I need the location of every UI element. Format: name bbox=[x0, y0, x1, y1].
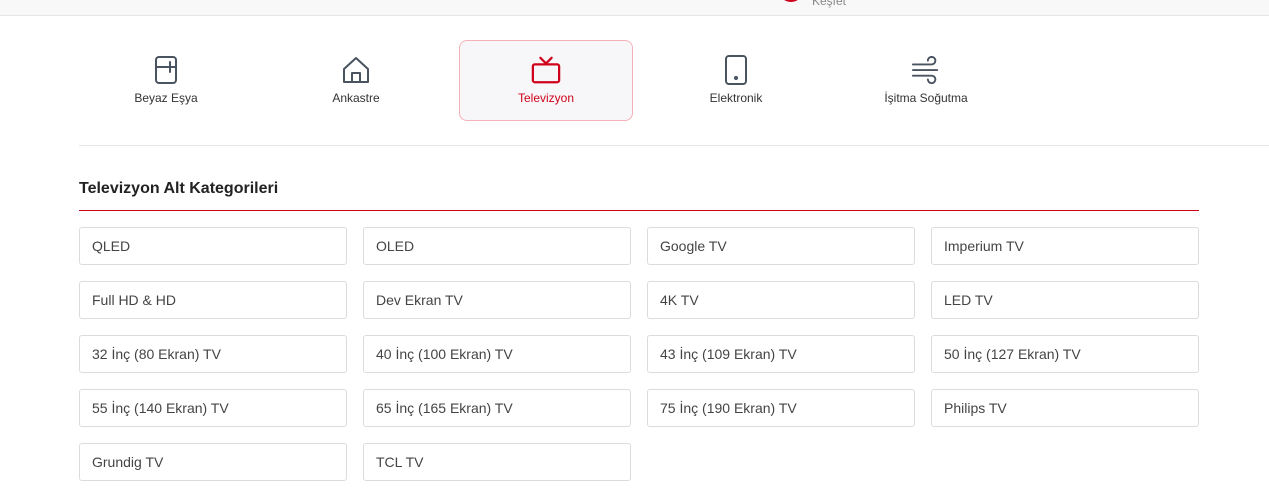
fridge-icon bbox=[151, 53, 181, 87]
subcategory-link[interactable]: Imperium TV bbox=[931, 227, 1199, 265]
section-underline bbox=[79, 210, 1199, 211]
subcategory-link[interactable]: 32 İnç (80 Ekran) TV bbox=[79, 335, 347, 373]
brand-icon[interactable] bbox=[779, 0, 803, 2]
top-bar: Keşfet bbox=[0, 0, 1269, 16]
home-icon bbox=[341, 53, 371, 87]
category-nav: Beyaz Eşya Ankastre Televizyon Elektroni… bbox=[79, 40, 1269, 121]
category-label: Beyaz Eşya bbox=[134, 91, 198, 105]
subcategory-link[interactable]: 40 İnç (100 Ekran) TV bbox=[363, 335, 631, 373]
subcategory-link[interactable]: Grundig TV bbox=[79, 443, 347, 481]
subcategory-link[interactable]: OLED bbox=[363, 227, 631, 265]
subcategory-link[interactable]: 75 İnç (190 Ekran) TV bbox=[647, 389, 915, 427]
top-bar-text[interactable]: Keşfet bbox=[812, 0, 846, 8]
tv-icon bbox=[531, 53, 561, 87]
category-label: Elektronik bbox=[709, 91, 763, 105]
subcategory-link[interactable]: 43 İnç (109 Ekran) TV bbox=[647, 335, 915, 373]
subcategory-link[interactable]: 4K TV bbox=[647, 281, 915, 319]
category-label: İşitma Soğutma bbox=[884, 91, 968, 105]
subcategory-link[interactable]: TCL TV bbox=[363, 443, 631, 481]
subcategory-link[interactable]: Dev Ekran TV bbox=[363, 281, 631, 319]
category-televizyon[interactable]: Televizyon bbox=[459, 40, 633, 121]
wind-icon bbox=[911, 53, 941, 87]
subcategory-link[interactable]: Google TV bbox=[647, 227, 915, 265]
subcategory-link[interactable]: 50 İnç (127 Ekran) TV bbox=[931, 335, 1199, 373]
category-beyaz-esya[interactable]: Beyaz Eşya bbox=[79, 40, 253, 121]
subcategory-link[interactable]: Philips TV bbox=[931, 389, 1199, 427]
category-ankastre[interactable]: Ankastre bbox=[269, 40, 443, 121]
category-label: Televizyon bbox=[517, 91, 575, 105]
subcategory-link[interactable]: Full HD & HD bbox=[79, 281, 347, 319]
subcategory-link[interactable]: LED TV bbox=[931, 281, 1199, 319]
subcategory-link[interactable]: QLED bbox=[79, 227, 347, 265]
category-elektronik[interactable]: Elektronik bbox=[649, 40, 823, 121]
divider bbox=[79, 145, 1269, 146]
section-title: Televizyon Alt Kategorileri bbox=[79, 180, 279, 197]
category-isitma-sogutma[interactable]: İşitma Soğutma bbox=[839, 40, 1013, 121]
category-label: Ankastre bbox=[332, 91, 380, 105]
phone-icon bbox=[721, 53, 751, 87]
subcategory-link[interactable]: 55 İnç (140 Ekran) TV bbox=[79, 389, 347, 427]
subcategory-link[interactable]: 65 İnç (165 Ekran) TV bbox=[363, 389, 631, 427]
